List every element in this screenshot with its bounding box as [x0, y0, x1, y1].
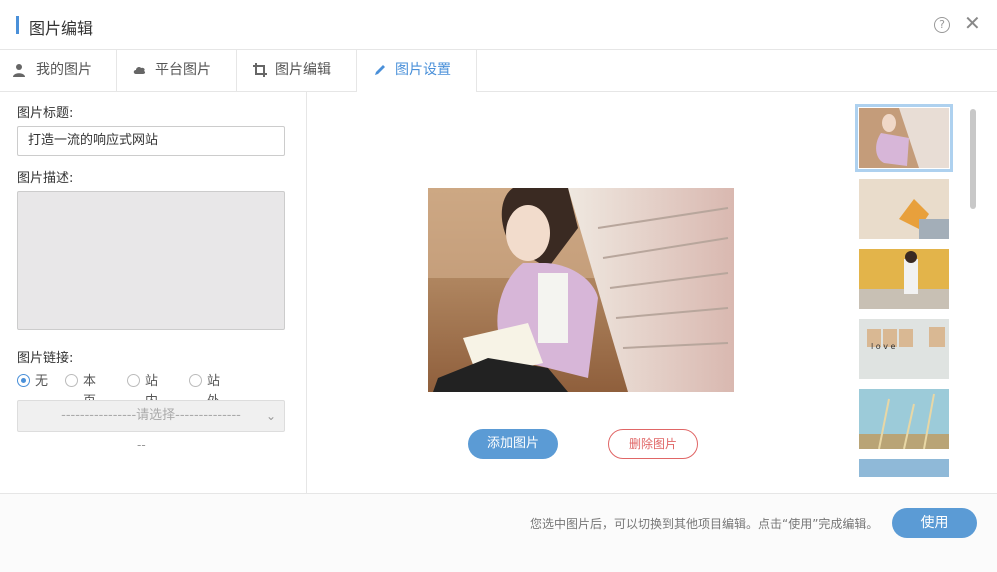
footer-hint: 您选中图片后，可以切换到其他项目编辑。点击“使用”完成编辑。	[530, 517, 879, 531]
link-label: 图片链接:	[17, 351, 74, 366]
radio-circle	[65, 374, 78, 387]
help-icon[interactable]: ?	[934, 17, 950, 33]
thumbnail-girl-bookshelf[interactable]	[855, 104, 953, 172]
thumbnail-image	[859, 249, 949, 309]
use-button[interactable]: 使用	[892, 508, 977, 538]
tab-label: 图片设置	[395, 62, 451, 78]
radio-label: 无	[35, 374, 49, 389]
thumbnail-sky[interactable]	[859, 459, 949, 477]
tab-label: 平台图片	[155, 62, 211, 78]
radio-circle	[17, 374, 30, 387]
tab-image-edit[interactable]: 图片编辑	[237, 50, 357, 91]
tab-image-settings[interactable]: 图片设置	[357, 50, 477, 92]
tab-bar: 我的图片 平台图片 图片编辑 图片设置	[0, 50, 997, 92]
cloud-icon	[133, 66, 146, 74]
thumbnail-reed-grass[interactable]	[859, 389, 949, 449]
description-textarea[interactable]	[17, 191, 285, 330]
delete-image-button[interactable]: 删除图片	[608, 429, 698, 459]
thumbnail-girl-autumn-tree[interactable]	[859, 249, 949, 309]
thumbnail-image: l o v e	[859, 319, 949, 379]
tab-platform-images[interactable]: 平台图片	[117, 50, 237, 91]
title-accent-bar	[16, 16, 19, 34]
main-preview-image	[428, 188, 734, 392]
thumbnail-scrollbar[interactable]	[970, 109, 976, 209]
link-value-text: --	[137, 438, 146, 452]
link-select[interactable]: ----------------请选择-------------- ⌄	[17, 400, 285, 432]
user-icon	[13, 64, 25, 77]
dialog-footer: 您选中图片后，可以切换到其他项目编辑。点击“使用”完成编辑。 使用	[0, 493, 997, 572]
title-label: 图片标题:	[17, 106, 74, 121]
dialog-title: 图片编辑	[29, 19, 94, 38]
thumbnail-autumn-leaf[interactable]	[859, 179, 949, 239]
thumbnail-image	[859, 389, 949, 449]
select-placeholder: ----------------请选择--------------	[61, 408, 241, 423]
tab-label: 我的图片	[36, 62, 92, 78]
title-input[interactable]: 打造一流的响应式网站	[17, 126, 285, 156]
thumbnail-image	[859, 108, 949, 168]
tab-my-images[interactable]: 我的图片	[0, 50, 117, 91]
stamp-text: l o v e	[871, 342, 895, 351]
photo-girl-reading	[428, 188, 734, 392]
tab-label: 图片编辑	[275, 62, 331, 78]
description-label: 图片描述:	[17, 171, 74, 186]
radio-circle	[127, 374, 140, 387]
thumbnail-image	[859, 179, 949, 239]
add-image-button[interactable]: 添加图片	[468, 429, 558, 459]
pencil-icon	[375, 65, 385, 75]
crop-icon	[253, 63, 267, 77]
dialog-header: 图片编辑 ? ✕	[0, 0, 997, 50]
thumbnail-image	[859, 459, 949, 477]
chevron-down-icon: ⌄	[265, 409, 276, 423]
thumbnail-love-stamps[interactable]: l o v e	[859, 319, 949, 379]
settings-form-panel: 图片标题: 打造一流的响应式网站 图片描述: 图片链接: 无 本页 站内 站外 …	[0, 92, 307, 493]
radio-circle	[189, 374, 202, 387]
close-icon[interactable]: ✕	[964, 13, 981, 33]
